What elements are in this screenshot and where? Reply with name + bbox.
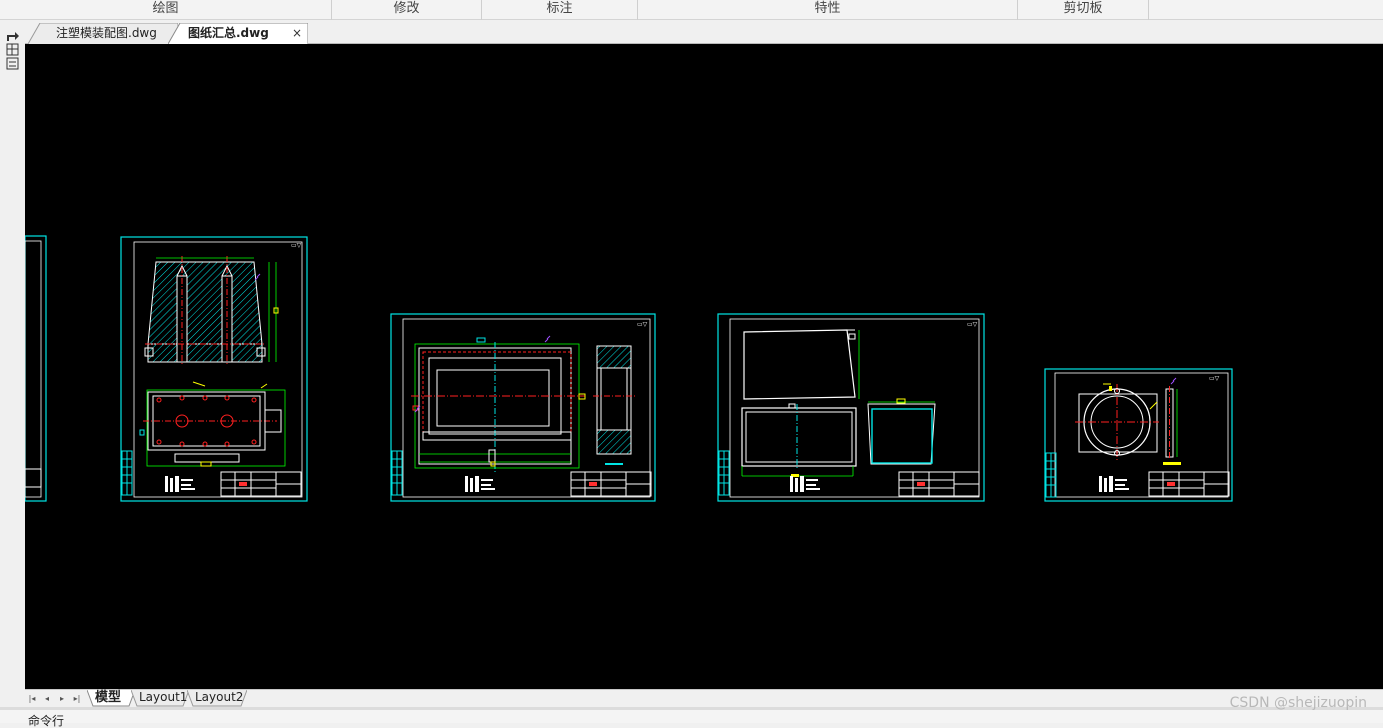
- drawing-sheet-3[interactable]: ▭▽: [717, 313, 985, 502]
- document-tab-bar: 注塑模装配图.dwg 图纸汇总.dwg ×: [0, 21, 1383, 44]
- layout-tab-bar: |◂ ◂ ▸ ▸| 模型 Layout1 Layout2: [25, 689, 1383, 707]
- svg-text:▭▽: ▭▽: [637, 321, 648, 328]
- drawing-sheet-1[interactable]: ▭▽: [120, 236, 308, 502]
- doc-tab-label: 注塑模装配图.dwg: [56, 26, 157, 40]
- prev-layout-button[interactable]: ◂: [41, 693, 53, 705]
- sheet-set-icon: [6, 32, 19, 70]
- drawing-sheet-4[interactable]: ▭▽: [1044, 368, 1233, 502]
- watermark: CSDN @shejizuopin: [1229, 695, 1367, 711]
- ribbon-group-draw-label: 绘图: [152, 1, 179, 16]
- tab-layout2[interactable]: Layout2: [187, 690, 247, 707]
- ribbon-group-draw[interactable]: 绘图: [0, 0, 332, 20]
- svg-text:▭▽: ▭▽: [291, 242, 302, 249]
- drawing-sheet-0[interactable]: [25, 235, 47, 502]
- ribbon-group-properties[interactable]: 特性: [638, 0, 1018, 20]
- svg-text:▭▽: ▭▽: [967, 321, 978, 328]
- doc-tab-label-active: 图纸汇总.dwg: [188, 26, 269, 40]
- command-line-label: 命令行: [28, 714, 65, 728]
- tab-model-label: 模型: [95, 690, 122, 705]
- left-tool-strip: [0, 21, 25, 689]
- command-line-bar[interactable]: 命令行: [0, 707, 1383, 727]
- doc-tab-injection-mold-assembly[interactable]: 注塑模装配图.dwg: [28, 23, 178, 44]
- ribbon-group-modify[interactable]: 修改: [332, 0, 482, 20]
- ribbon-group-clipboard[interactable]: 剪切板: [1018, 0, 1149, 20]
- tab-layout1-label: Layout1: [139, 690, 188, 704]
- drawing-sheet-2[interactable]: ▭▽: [390, 313, 656, 502]
- next-layout-button[interactable]: ▸: [56, 693, 68, 705]
- doc-tab-drawing-summary[interactable]: 图纸汇总.dwg ×: [168, 23, 308, 44]
- close-icon[interactable]: ×: [292, 23, 302, 43]
- svg-text:▭▽: ▭▽: [1209, 375, 1220, 382]
- first-layout-button[interactable]: |◂: [26, 693, 38, 705]
- tab-model[interactable]: 模型: [87, 690, 135, 707]
- ribbon-group-clipboard-label: 剪切板: [1063, 1, 1103, 16]
- ribbon-group-modify-label: 修改: [393, 1, 420, 16]
- drawing-canvas[interactable]: ▭▽ ▭▽ ▭▽ ▭▽: [25, 44, 1383, 689]
- last-layout-button[interactable]: ▸|: [71, 693, 83, 705]
- model-space-drawing: ▭▽ ▭▽ ▭▽ ▭▽: [25, 235, 1233, 502]
- sheet-set-button[interactable]: [4, 29, 22, 73]
- ribbon-panel-titles: 绘图 修改 标注 特性 剪切板: [0, 0, 1383, 20]
- ribbon-group-annotate-label: 标注: [546, 1, 573, 16]
- tab-layout1[interactable]: Layout1: [131, 690, 189, 707]
- tab-layout2-label: Layout2: [195, 690, 244, 704]
- ribbon-group-annotate[interactable]: 标注: [482, 0, 638, 20]
- ribbon-group-properties-label: 特性: [814, 1, 841, 16]
